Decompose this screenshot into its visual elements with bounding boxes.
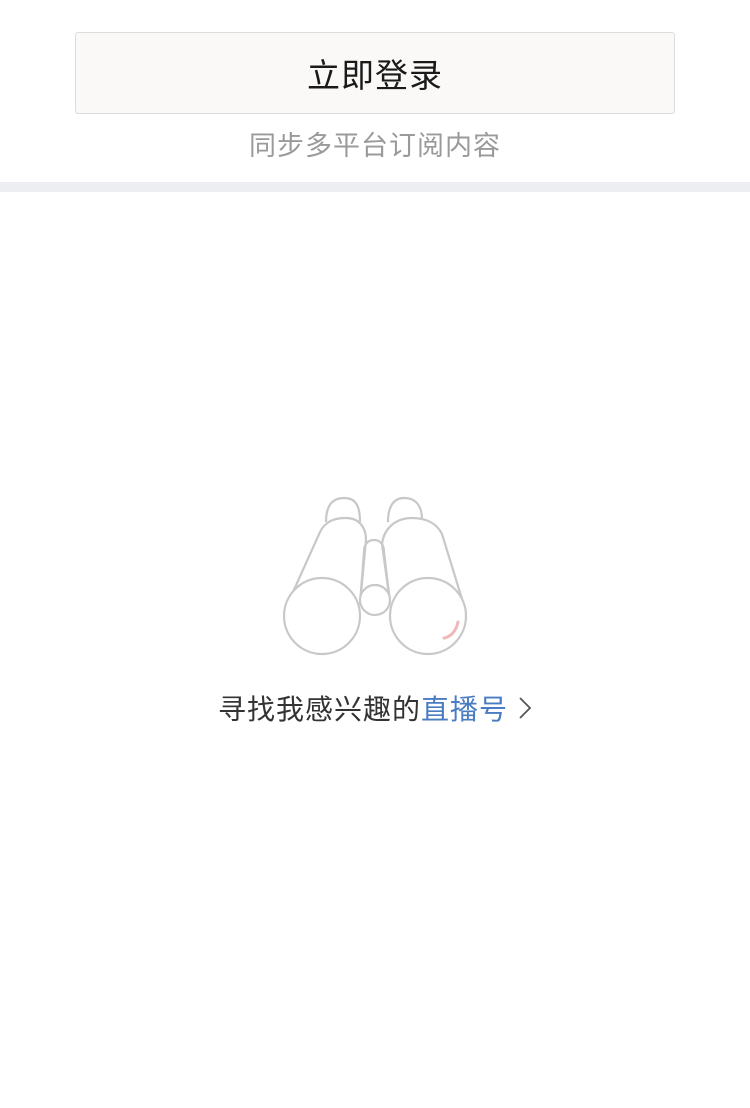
login-button[interactable]: 立即登录 (75, 32, 675, 114)
discover-channels-link[interactable]: 寻找我感兴趣的 直播号 (0, 686, 750, 730)
login-section: 立即登录 同步多平台订阅内容 (0, 0, 750, 182)
section-divider (0, 182, 750, 192)
live-channel-link[interactable]: 直播号 (421, 688, 508, 728)
discover-prompt-text: 寻找我感兴趣的 (217, 693, 421, 726)
sync-hint: 同步多平台订阅内容 (249, 131, 501, 162)
binoculars-icon (280, 494, 470, 659)
chevron-right-icon (518, 696, 532, 720)
